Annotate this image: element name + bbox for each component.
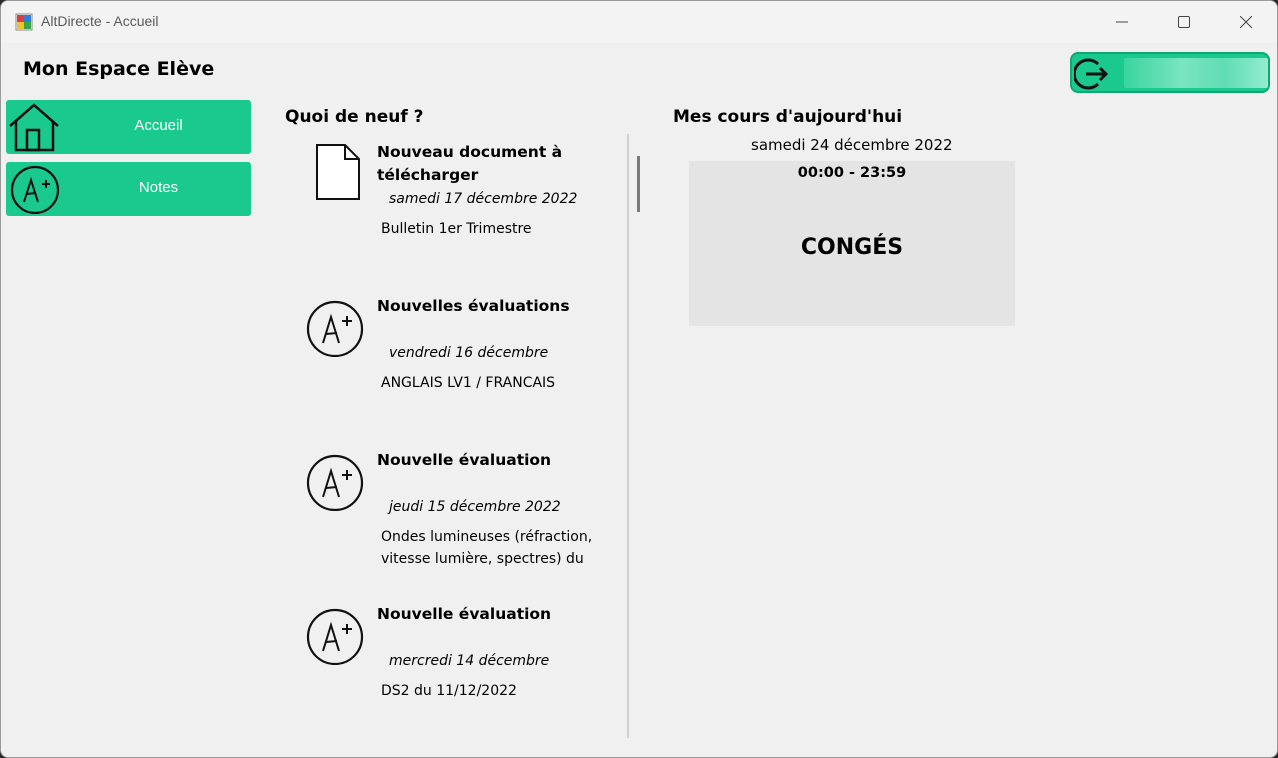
sidebar-item-accueil[interactable]: Accueil: [6, 100, 251, 154]
grade-a-plus-icon: [306, 300, 364, 357]
news-description: DS2 du 11/12/2022: [381, 683, 517, 699]
news-heading: Nouvelle évaluation: [377, 605, 552, 623]
app-window: AltDirecte - Accueil Mon Espace Elève Ac…: [0, 0, 1278, 758]
user-name-redacted: [1124, 58, 1268, 88]
schedule-card[interactable]: 00:00 - 23:59 CONGÉS: [689, 161, 1015, 326]
news-item[interactable]: Nouvelle évaluation jeudi 15 décembre 20…: [301, 449, 621, 579]
house-icon: [9, 103, 59, 152]
news-description: Ondes lumineuses (réfraction, vitesse lu…: [381, 529, 593, 567]
news-item[interactable]: Nouveau document à télécharger samedi 17…: [301, 141, 621, 251]
schedule-date: samedi 24 décembre 2022: [751, 136, 953, 154]
schedule-time: 00:00 - 23:59: [797, 165, 907, 181]
sidebar-item-label: Notes: [138, 179, 179, 196]
page-title: Mon Espace Elève: [23, 58, 215, 80]
news-date: vendredi 16 décembre: [389, 345, 549, 361]
logout-icon: [1074, 58, 1109, 90]
news-description: ANGLAIS LV1 / FRANCAIS: [381, 375, 556, 391]
news-item[interactable]: Nouvelles évaluations vendredi 16 décemb…: [301, 295, 621, 405]
news-heading: Nouveau document à télécharger: [377, 143, 563, 184]
maximize-icon: [1178, 16, 1190, 28]
minimize-button[interactable]: [1091, 1, 1153, 43]
window-title: AltDirecte - Accueil: [41, 13, 159, 29]
news-date: jeudi 15 décembre 2022: [389, 499, 561, 515]
news-date: samedi 17 décembre 2022: [389, 191, 578, 207]
logout-button[interactable]: [1070, 52, 1270, 93]
document-icon: [316, 144, 360, 200]
grade-a-plus-icon: [10, 165, 60, 214]
news-item[interactable]: Nouvelle évaluation mercredi 14 décembre…: [301, 603, 621, 713]
news-date: mercredi 14 décembre: [389, 653, 550, 669]
close-button[interactable]: [1215, 1, 1277, 43]
sidebar-item-notes[interactable]: Notes: [6, 162, 251, 216]
maximize-button[interactable]: [1153, 1, 1215, 43]
schedule-label: CONGÉS: [800, 235, 904, 260]
minimize-icon: [1116, 21, 1128, 23]
column-divider: [627, 134, 629, 738]
news-heading: Nouvelles évaluations: [377, 297, 570, 315]
title-bar: AltDirecte - Accueil: [1, 1, 1277, 43]
news-heading: Nouvelle évaluation: [377, 451, 552, 469]
app-icon: [15, 13, 33, 31]
grade-a-plus-icon: [306, 608, 364, 665]
news-description: Bulletin 1er Trimestre: [381, 221, 532, 237]
news-scrollbar[interactable]: [637, 156, 640, 212]
grade-a-plus-icon: [306, 454, 364, 511]
sidebar-item-label: Accueil: [134, 117, 183, 134]
close-icon: [1240, 16, 1252, 28]
schedule-section-title: Mes cours d'aujourd'hui: [673, 107, 903, 127]
news-section-title: Quoi de neuf ?: [285, 107, 424, 127]
